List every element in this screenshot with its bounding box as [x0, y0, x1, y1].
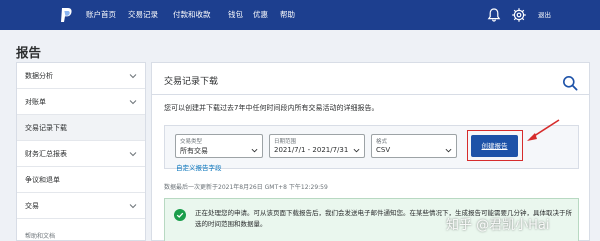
create-report-button[interactable]: 创建报告 — [471, 135, 518, 157]
customize-fields-link[interactable]: 自定义报告字段 — [176, 162, 222, 172]
sidebar-item-label: 对账单 — [25, 98, 46, 106]
sidebar: 数据分析 对账单 交易记录下载 财务汇总报表 争议和退单 交易 帮助和文档 — [16, 62, 146, 241]
field-value: 2021/7/1 - 2021/7/31 — [274, 146, 349, 154]
description-text: 您可以创建并下载过去7年中任何时间段内所有交易活动的详细报告。 — [164, 104, 379, 112]
format-select[interactable]: 格式 CSV — [371, 134, 457, 158]
sidebar-item-statements[interactable]: 对账单 — [17, 89, 145, 115]
nav-item-home[interactable]: 账户首页 — [86, 9, 116, 21]
chevron-down-icon — [129, 74, 137, 79]
gear-icon[interactable] — [511, 7, 527, 23]
sidebar-item-activity-download[interactable]: 交易记录下载 — [17, 115, 145, 141]
nav-item-help[interactable]: 帮助 — [280, 9, 295, 21]
last-updated-text: 数据最后一次更新于2021年8月26日 GMT+8 下午12:29:59 — [164, 184, 328, 191]
field-value: CSV — [376, 146, 391, 154]
search-icon[interactable] — [562, 75, 578, 91]
annotation-arrow-icon — [527, 119, 560, 141]
field-label: 格式 — [376, 139, 388, 145]
nav-item-offers[interactable]: 优惠 — [253, 9, 268, 21]
sidebar-item-label: 交易 — [25, 202, 39, 210]
chevron-down-icon — [353, 148, 360, 153]
sidebar-item-label: 争议和退单 — [25, 176, 60, 184]
divider — [152, 94, 589, 95]
nav-item-wallet[interactable]: 钱包 — [228, 9, 243, 21]
watermark-text: 知乎 @君凯小Hai — [446, 218, 550, 233]
sidebar-item-financial-summary[interactable]: 财务汇总报表 — [17, 141, 145, 167]
bell-icon[interactable] — [486, 7, 502, 23]
top-navigation: 账户首页 交易记录 付款和收款 钱包 优惠 帮助 退出 — [0, 0, 600, 30]
section-title: 交易记录下载 — [164, 77, 219, 87]
sidebar-item-label: 数据分析 — [25, 72, 53, 80]
nav-item-pay-and-receive[interactable]: 付款和收款 — [173, 9, 211, 21]
sidebar-item-label: 财务汇总报表 — [25, 150, 67, 158]
chevron-down-icon — [129, 100, 137, 105]
sidebar-item-analytics[interactable]: 数据分析 — [17, 63, 145, 89]
chevron-down-icon — [129, 204, 137, 209]
paypal-logo-icon[interactable] — [58, 7, 74, 23]
field-label: 交易类型 — [180, 139, 203, 145]
chevron-down-icon — [129, 152, 137, 157]
check-circle-icon — [174, 209, 186, 221]
field-value: 所有交易 — [180, 147, 208, 155]
page-title: 报告 — [16, 45, 42, 60]
sidebar-item-transactions[interactable]: 交易 — [17, 193, 145, 219]
filter-panel: 交易类型 所有交易 日期范围 2021/7/1 - 2021/7/31 格式 C… — [164, 119, 579, 169]
logout-link[interactable]: 退出 — [538, 9, 551, 21]
chevron-down-icon — [251, 148, 258, 153]
sidebar-item-label: 交易记录下载 — [25, 124, 67, 132]
nav-item-transactions[interactable]: 交易记录 — [128, 9, 158, 21]
chevron-down-icon — [445, 148, 452, 153]
sidebar-item-disputes[interactable]: 争议和退单 — [17, 167, 145, 193]
date-range-select[interactable]: 日期范围 2021/7/1 - 2021/7/31 — [269, 134, 365, 158]
help-docs-link[interactable]: 帮助和文档 — [25, 231, 55, 240]
field-label: 日期范围 — [274, 139, 297, 145]
transaction-type-select[interactable]: 交易类型 所有交易 — [175, 134, 263, 158]
